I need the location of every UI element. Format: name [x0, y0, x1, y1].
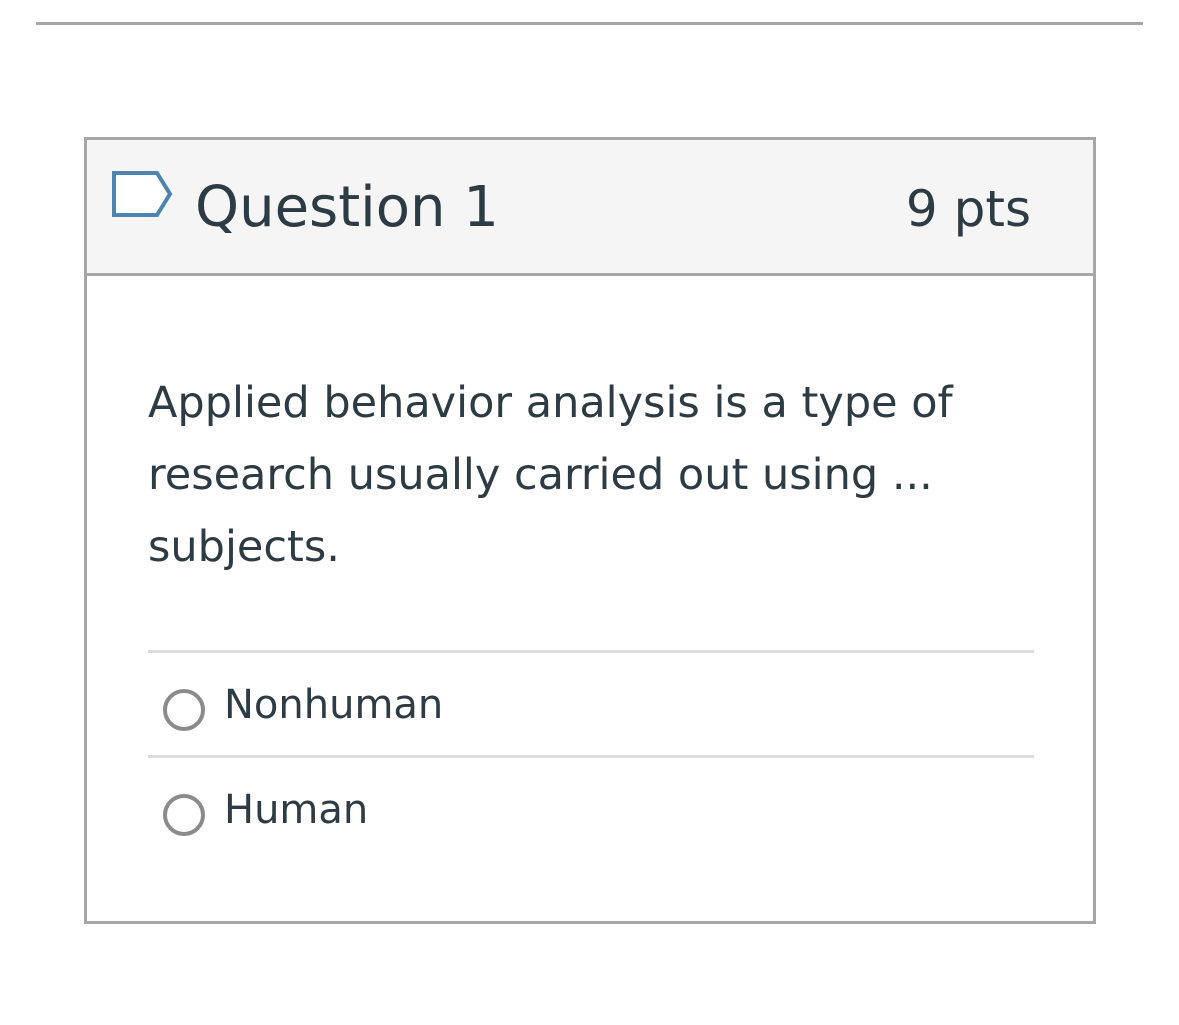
question-title: Question 1: [195, 175, 499, 240]
radio-button-human[interactable]: [163, 794, 205, 836]
flag-outline-icon[interactable]: [111, 170, 175, 222]
question-text: Applied behavior analysis is a type of r…: [148, 378, 953, 572]
radio-button-nonhuman[interactable]: [163, 689, 205, 731]
top-divider: [36, 22, 1143, 25]
question-header: Question 1 9 pts: [87, 140, 1093, 276]
answer-list: Nonhuman Human: [148, 650, 1034, 860]
quiz-page: Question 1 9 pts Applied behavior analys…: [0, 0, 1179, 1025]
answer-label-human[interactable]: Human: [224, 782, 368, 838]
answer-option-nonhuman[interactable]: Nonhuman: [148, 650, 1034, 755]
answer-label-nonhuman[interactable]: Nonhuman: [224, 677, 443, 733]
question-card: Question 1 9 pts Applied behavior analys…: [84, 137, 1096, 924]
question-points: 9 pts: [905, 180, 1031, 238]
answer-option-human[interactable]: Human: [148, 755, 1034, 860]
